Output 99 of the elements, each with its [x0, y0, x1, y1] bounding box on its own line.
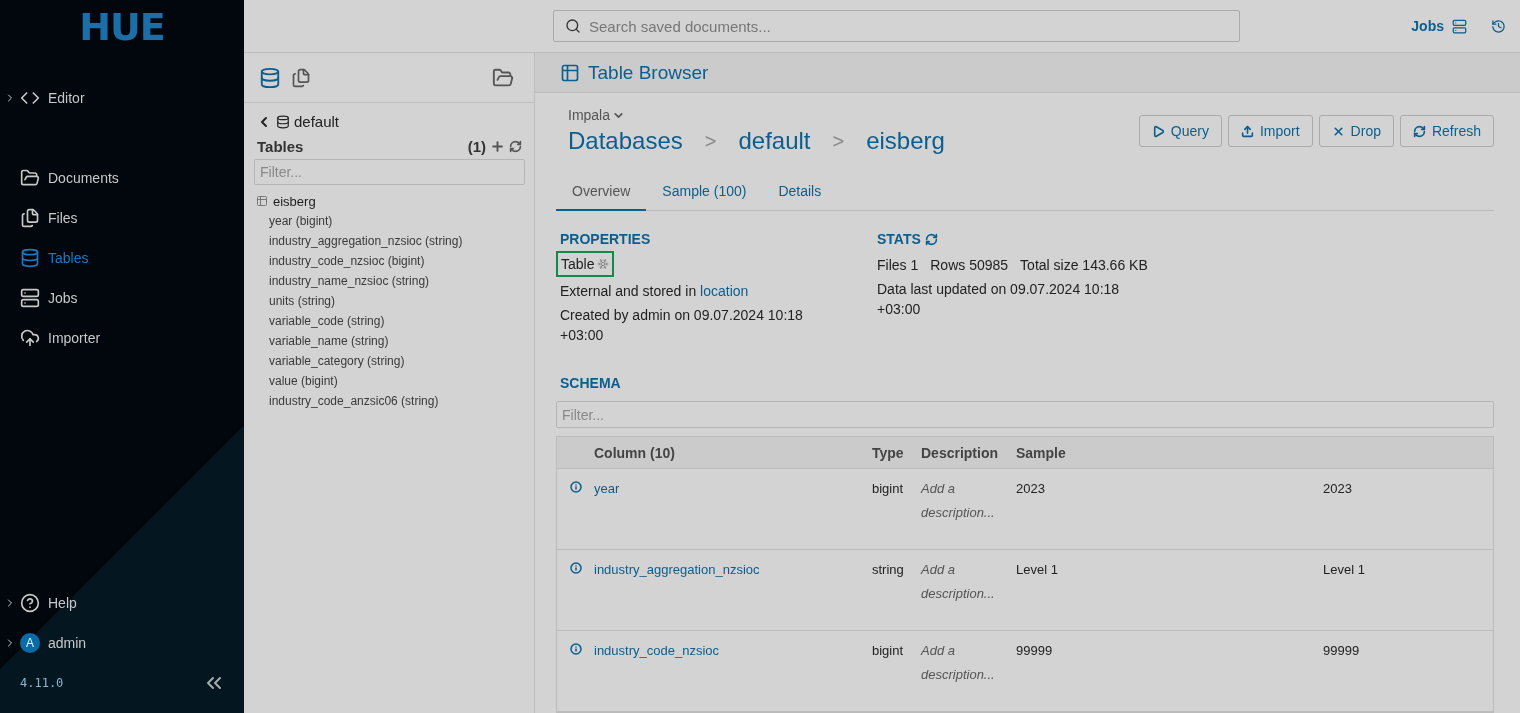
tab[interactable]: Details — [762, 173, 838, 211]
tab[interactable]: Sample (100) — [646, 173, 763, 211]
hue-logo: HUE — [78, 3, 166, 51]
toolbar-button[interactable]: Drop — [1318, 115, 1394, 147]
storage-text: External and stored in location — [560, 282, 750, 301]
updated-text: Data last updated on 09.07.2024 10:18 +03:00 — [877, 280, 1121, 319]
column-item[interactable]: industry_aggregation_nzsioc (string) — [244, 231, 534, 251]
column-item[interactable]: variable_name (string) — [244, 331, 534, 351]
column-header[interactable]: Column (10) — [594, 444, 675, 461]
description-placeholder[interactable]: Add a description... — [921, 558, 1016, 606]
table-cell: 99999 — [1323, 643, 1360, 658]
sidebar-item[interactable]: Help — [0, 583, 244, 623]
add-icon[interactable] — [490, 139, 505, 154]
table-cell: string — [872, 562, 904, 577]
server-icon — [20, 288, 40, 308]
sidebar-item[interactable]: Files — [0, 198, 244, 238]
column-item[interactable]: value (bigint) — [244, 371, 534, 391]
column-item[interactable]: industry_code_nzsioc (bigint) — [244, 251, 534, 271]
sidebar-item[interactable]: Editor — [0, 78, 244, 118]
stat-value: 50985 — [969, 257, 1009, 273]
sidebar-item[interactable]: Documents — [0, 158, 244, 198]
history-icon[interactable] — [1491, 18, 1506, 34]
upload-icon — [1240, 124, 1254, 138]
filter-field[interactable]: Filter... — [556, 401, 1494, 428]
tab[interactable]: Overview — [556, 173, 647, 211]
table-cell: 2023 — [1016, 481, 1045, 496]
stat-label: Total size — [1020, 257, 1079, 273]
table-cell: 2023 — [1323, 481, 1352, 496]
column-item[interactable]: variable_category (string) — [244, 351, 534, 371]
stat-label: Files — [877, 257, 907, 273]
sidebar-item[interactable]: Tables — [0, 238, 244, 278]
table-cell: 99999 — [1016, 643, 1053, 658]
breadcrumb-link[interactable]: eisberg — [866, 127, 945, 155]
cloud-upload-icon — [20, 328, 40, 348]
server-icon — [1452, 18, 1467, 34]
created-text: Created by admin on 09.07.2024 10:18 +03:00 — [560, 306, 804, 345]
column-item[interactable]: industry_name_nzsioc (string) — [244, 271, 534, 291]
column-item[interactable]: variable_code (string) — [244, 311, 534, 331]
location-link[interactable]: location — [700, 283, 749, 299]
play-icon — [1151, 124, 1165, 138]
column-item[interactable]: units (string) — [244, 291, 534, 311]
breadcrumb-separator: > — [704, 129, 717, 153]
database-icon[interactable] — [259, 66, 281, 89]
info-icon[interactable] — [569, 481, 582, 493]
refresh-icon — [1412, 124, 1426, 138]
database-crumb[interactable]: default — [244, 103, 534, 130]
stat-value: 143.66 KB — [1082, 257, 1148, 273]
breadcrumb-link[interactable]: default — [738, 127, 811, 155]
folder-icon[interactable] — [492, 66, 514, 89]
page-title: Table Browser — [588, 61, 709, 84]
sidebar-item[interactable]: Jobs — [0, 278, 244, 318]
filter-field[interactable]: Filter... — [254, 159, 525, 185]
section-title: Tables — [257, 138, 304, 155]
user-avatar: A — [20, 633, 40, 653]
breadcrumb-separator: > — [832, 129, 845, 153]
folder-icon — [20, 168, 40, 188]
info-icon[interactable] — [569, 562, 582, 574]
table-icon — [560, 62, 580, 83]
description-placeholder[interactable]: Add a description... — [921, 639, 1016, 687]
column-link[interactable]: industry_code_nzsioc — [594, 643, 720, 658]
toolbar-button[interactable]: Query — [1138, 115, 1222, 147]
column-link[interactable]: industry_aggregation_nzsioc — [594, 562, 760, 577]
table-cell: bigint — [872, 481, 904, 496]
table-count: (1) — [467, 138, 486, 155]
table-cell: Level 1 — [1323, 562, 1365, 577]
column-item[interactable]: year (bigint) — [244, 211, 534, 231]
jobs-link[interactable]: Jobs — [1411, 18, 1467, 34]
files-icon[interactable] — [291, 67, 311, 88]
sidebar-item[interactable]: A admin — [0, 623, 244, 663]
table-cell: bigint — [872, 643, 904, 658]
column-link[interactable]: year — [594, 481, 620, 496]
refresh-icon[interactable] — [924, 232, 938, 246]
toolbar-button[interactable]: Refresh — [1399, 115, 1494, 147]
section-heading: STATS — [877, 231, 921, 247]
database-icon — [276, 114, 290, 129]
snowflake-icon — [597, 258, 610, 270]
search-field[interactable]: Search saved documents... — [553, 10, 1240, 42]
table-cell: Level 1 — [1016, 562, 1058, 577]
column-item[interactable]: industry_code_anzsic06 (string) — [244, 391, 534, 411]
table-icon — [256, 195, 268, 207]
table-type-label: Table — [556, 251, 615, 277]
description-placeholder[interactable]: Add a description... — [921, 477, 1016, 525]
refresh-icon[interactable] — [509, 140, 522, 153]
stat-label: Rows — [930, 257, 966, 273]
section-heading: SCHEMA — [559, 375, 622, 391]
toolbar-button[interactable]: Import — [1227, 115, 1313, 147]
info-icon[interactable] — [569, 643, 582, 655]
files-icon — [20, 208, 40, 228]
engine-dropdown[interactable]: Impala — [568, 107, 945, 123]
stat-value: 1 — [910, 257, 919, 273]
sidebar-item[interactable]: Importer — [0, 318, 244, 358]
tree-item[interactable]: eisberg — [244, 191, 534, 211]
column-header[interactable]: Sample — [1016, 444, 1066, 461]
version-label: 4.11.0 — [20, 676, 64, 690]
help-icon — [20, 593, 40, 613]
close-icon — [1331, 124, 1345, 138]
section-heading: PROPERTIES — [560, 231, 652, 247]
database-icon — [20, 248, 40, 268]
breadcrumb-link[interactable]: Databases — [568, 127, 683, 155]
